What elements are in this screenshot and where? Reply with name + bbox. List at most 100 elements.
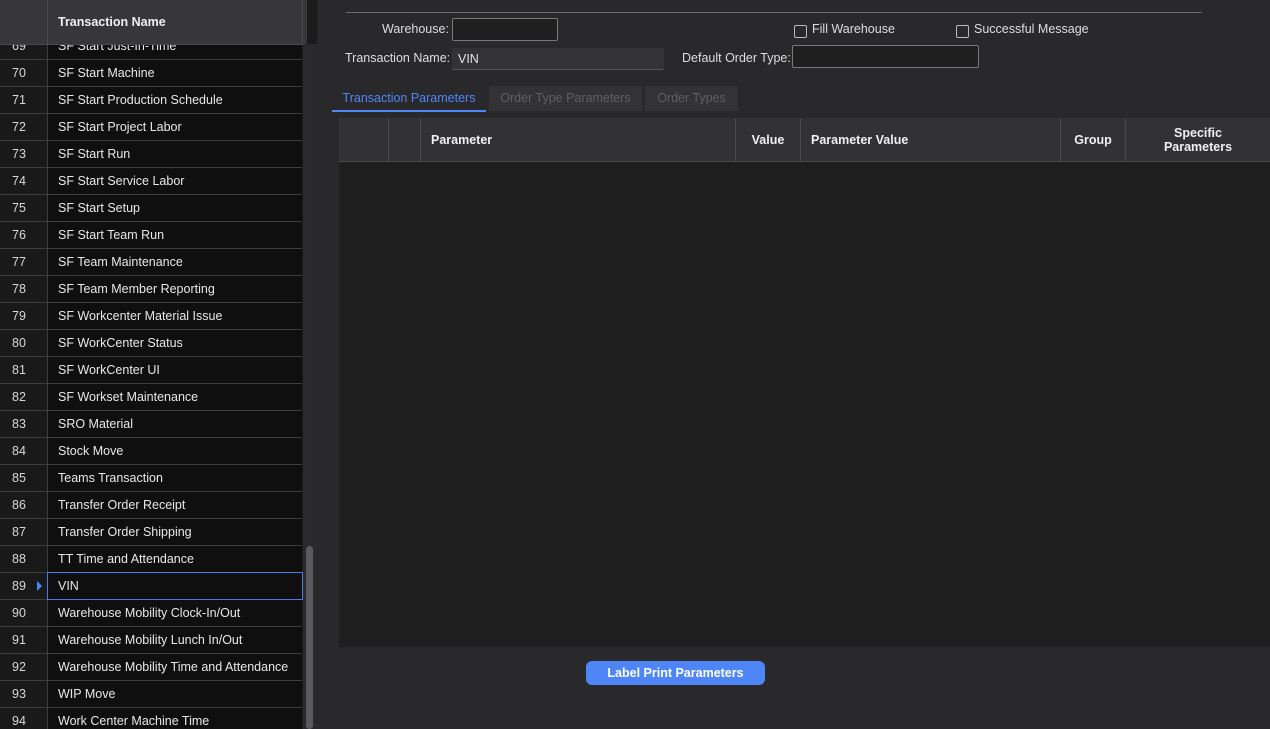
- row-number-cell[interactable]: 80: [0, 330, 48, 356]
- group-column-header[interactable]: Group: [1061, 118, 1126, 161]
- value-column-header[interactable]: Value: [736, 118, 801, 161]
- row-number-cell[interactable]: 92: [0, 654, 48, 680]
- transaction-name-cell[interactable]: SRO Material: [58, 411, 133, 437]
- row-number-cell[interactable]: 75: [0, 195, 48, 221]
- default-order-type-input[interactable]: [792, 45, 979, 68]
- transaction-parameters-grid: Parameter Value Parameter Value Group Sp…: [339, 118, 1270, 647]
- transaction-name-cell[interactable]: SF Start Service Labor: [58, 168, 184, 194]
- row-number-cell[interactable]: 90: [0, 600, 48, 626]
- row-number: 82: [12, 390, 26, 404]
- transaction-name-cell[interactable]: Warehouse Mobility Clock-In/Out: [58, 600, 240, 626]
- row-number-cell[interactable]: 86: [0, 492, 48, 518]
- row-number-cell[interactable]: 84: [0, 438, 48, 464]
- transaction-name-cell[interactable]: VIN: [58, 573, 79, 599]
- transaction-name-cell[interactable]: Transfer Order Receipt: [58, 492, 185, 518]
- row-number: 76: [12, 228, 26, 242]
- warehouse-label: Warehouse:: [382, 22, 449, 36]
- indicator-column-header[interactable]: [389, 118, 421, 161]
- table-row[interactable]: 92 Warehouse Mobility Time and Attendance: [0, 654, 302, 681]
- parameter-value-column-header[interactable]: Parameter Value: [801, 118, 1061, 161]
- row-number-cell[interactable]: 83: [0, 411, 48, 437]
- row-number-cell[interactable]: 85: [0, 465, 48, 491]
- row-number: 81: [12, 363, 26, 377]
- transaction-name-header[interactable]: Transaction Name: [58, 0, 166, 44]
- row-number-cell[interactable]: 77: [0, 249, 48, 275]
- specific-parameters-column-header[interactable]: Specific Parameters: [1126, 118, 1270, 161]
- row-number-cell[interactable]: 94: [0, 708, 48, 729]
- select-column-header[interactable]: [339, 118, 389, 161]
- table-row[interactable]: 83 SRO Material: [0, 411, 302, 438]
- transaction-name-cell[interactable]: SF Team Member Reporting: [58, 276, 215, 302]
- table-row[interactable]: 73 SF Start Run: [0, 141, 302, 168]
- transaction-name-cell[interactable]: Work Center Machine Time: [58, 708, 209, 729]
- row-number-cell[interactable]: 74: [0, 168, 48, 194]
- transaction-name-cell[interactable]: SF Start Production Schedule: [58, 87, 223, 113]
- tab-order-type-parameters[interactable]: Order Type Parameters: [489, 86, 642, 111]
- table-row[interactable]: 70 SF Start Machine: [0, 60, 302, 87]
- transaction-name-cell[interactable]: WIP Move: [58, 681, 115, 707]
- successful-message-checkbox[interactable]: [956, 25, 969, 38]
- table-row[interactable]: 81 SF WorkCenter UI: [0, 357, 302, 384]
- parameter-column-header[interactable]: Parameter: [421, 118, 736, 161]
- tab-order-types[interactable]: Order Types: [645, 86, 738, 111]
- table-row[interactable]: 79 SF Workcenter Material Issue: [0, 303, 302, 330]
- table-row[interactable]: 76 SF Start Team Run: [0, 222, 302, 249]
- transaction-name-cell[interactable]: Teams Transaction: [58, 465, 163, 491]
- transaction-name-cell[interactable]: SF Start Team Run: [58, 222, 164, 248]
- table-row[interactable]: 78 SF Team Member Reporting: [0, 276, 302, 303]
- table-row[interactable]: 86 Transfer Order Receipt: [0, 492, 302, 519]
- transaction-name-cell[interactable]: SF Start Setup: [58, 195, 140, 221]
- table-row[interactable]: 91 Warehouse Mobility Lunch In/Out: [0, 627, 302, 654]
- table-row[interactable]: 90 Warehouse Mobility Clock-In/Out: [0, 600, 302, 627]
- transaction-name-cell[interactable]: Stock Move: [58, 438, 123, 464]
- transaction-name-cell[interactable]: Transfer Order Shipping: [58, 519, 192, 545]
- transaction-name-cell[interactable]: SF Start Run: [58, 141, 130, 167]
- table-row[interactable]: 74 SF Start Service Labor: [0, 168, 302, 195]
- vertical-scrollbar-thumb[interactable]: [306, 546, 313, 729]
- table-row[interactable]: 84 Stock Move: [0, 438, 302, 465]
- row-number-header[interactable]: [0, 0, 48, 44]
- table-row[interactable]: 85 Teams Transaction: [0, 465, 302, 492]
- row-number-cell[interactable]: 87: [0, 519, 48, 545]
- transaction-name-cell[interactable]: SF Start Project Labor: [58, 114, 182, 140]
- fill-warehouse-checkbox[interactable]: [794, 25, 807, 38]
- transaction-name-cell[interactable]: SF Workcenter Material Issue: [58, 303, 222, 329]
- table-row[interactable]: 75 SF Start Setup: [0, 195, 302, 222]
- row-number: 84: [12, 444, 26, 458]
- table-row[interactable]: 94 Work Center Machine Time: [0, 708, 302, 729]
- row-number-cell[interactable]: 72: [0, 114, 48, 140]
- table-row[interactable]: 71 SF Start Production Schedule: [0, 87, 302, 114]
- row-number-cell[interactable]: 70: [0, 60, 48, 86]
- row-number-cell[interactable]: 71: [0, 87, 48, 113]
- row-number-cell[interactable]: 79: [0, 303, 48, 329]
- row-number-cell[interactable]: 82: [0, 384, 48, 410]
- table-row[interactable]: 72 SF Start Project Labor: [0, 114, 302, 141]
- transaction-name-cell[interactable]: SF Start Machine: [58, 60, 155, 86]
- transaction-name-cell[interactable]: Warehouse Mobility Time and Attendance: [58, 654, 288, 680]
- row-number-cell[interactable]: 93: [0, 681, 48, 707]
- transaction-name-cell[interactable]: SF Workset Maintenance: [58, 384, 198, 410]
- row-number-cell[interactable]: 88: [0, 546, 48, 572]
- transaction-name-cell[interactable]: Warehouse Mobility Lunch In/Out: [58, 627, 242, 653]
- row-number-cell[interactable]: 76: [0, 222, 48, 248]
- transaction-name-cell[interactable]: SF Team Maintenance: [58, 249, 183, 275]
- table-row[interactable]: 77 SF Team Maintenance: [0, 249, 302, 276]
- table-row[interactable]: 82 SF Workset Maintenance: [0, 384, 302, 411]
- table-row[interactable]: 89 VIN: [0, 572, 303, 600]
- row-number-cell[interactable]: 81: [0, 357, 48, 383]
- table-row[interactable]: 88 TT Time and Attendance: [0, 546, 302, 573]
- warehouse-input[interactable]: [452, 18, 558, 41]
- row-number-cell[interactable]: 73: [0, 141, 48, 167]
- table-row[interactable]: 93 WIP Move: [0, 681, 302, 708]
- default-order-type-label: Default Order Type:: [682, 51, 791, 65]
- table-row[interactable]: 87 Transfer Order Shipping: [0, 519, 302, 546]
- transaction-name-cell[interactable]: SF WorkCenter Status: [58, 330, 183, 356]
- row-number-cell[interactable]: 91: [0, 627, 48, 653]
- label-print-parameters-button[interactable]: Label Print Parameters: [586, 661, 765, 685]
- parameters-grid-header: Parameter Value Parameter Value Group Sp…: [339, 118, 1270, 162]
- transaction-name-cell[interactable]: TT Time and Attendance: [58, 546, 194, 572]
- tab-transaction-parameters[interactable]: Transaction Parameters: [332, 86, 486, 112]
- transaction-name-cell[interactable]: SF WorkCenter UI: [58, 357, 160, 383]
- row-number-cell[interactable]: 78: [0, 276, 48, 302]
- table-row[interactable]: 80 SF WorkCenter Status: [0, 330, 302, 357]
